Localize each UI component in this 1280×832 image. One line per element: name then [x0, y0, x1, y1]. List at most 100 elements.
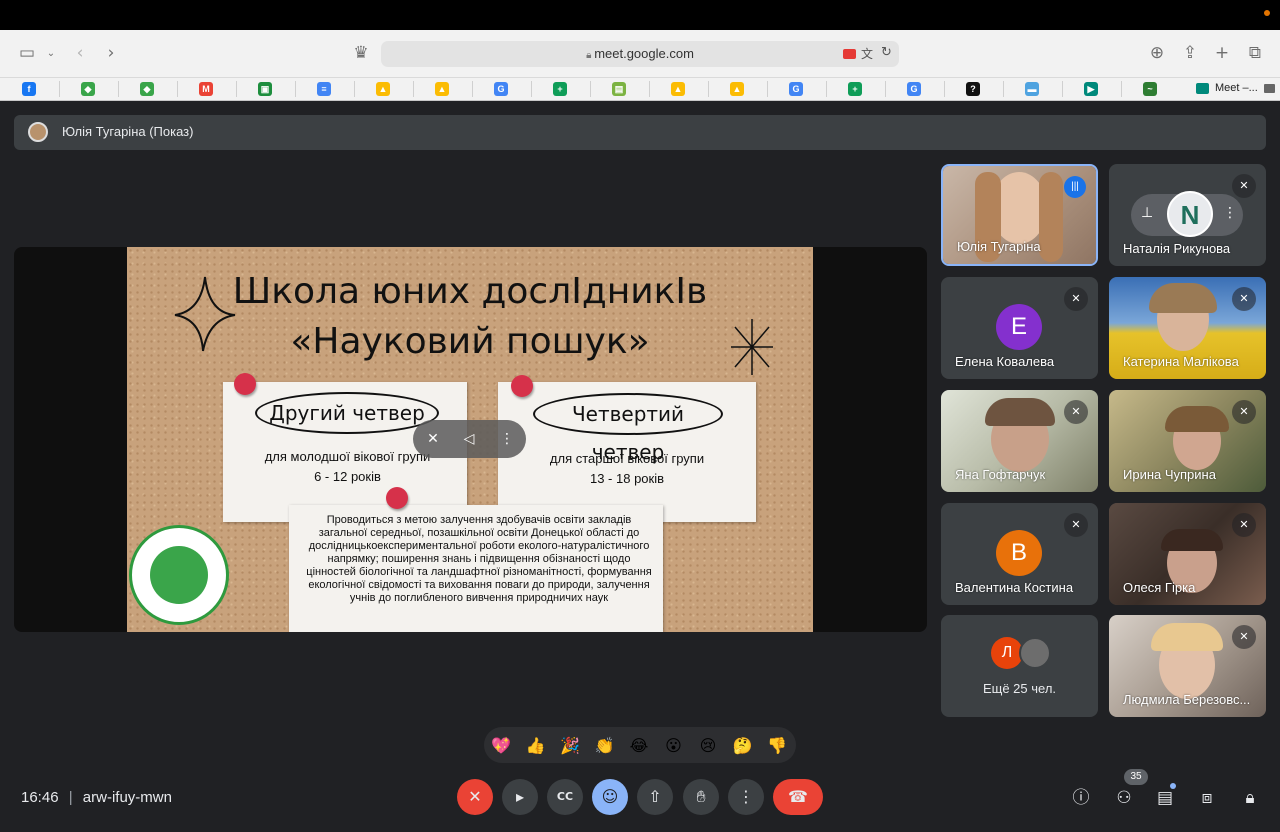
people-button[interactable]: ⚇ — [1112, 786, 1136, 810]
bookmark-separator — [1062, 81, 1063, 97]
participant-tile[interactable]: ✕ Людмила Березовс... — [1109, 615, 1266, 717]
bookmark-separator — [354, 81, 355, 97]
gmail-icon[interactable]: M — [199, 82, 213, 96]
meet-icon[interactable]: ▶ — [1084, 82, 1098, 96]
activities-icon: ⧈ — [1201, 788, 1213, 808]
new-tab-icon[interactable]: + — [1207, 38, 1237, 68]
mic-off-icon: ✕ — [1232, 625, 1256, 649]
speaking-indicator-icon: ||| — [1064, 176, 1086, 198]
host-controls-button[interactable]: 🔒︎ — [1238, 786, 1262, 810]
forward-arrow-icon[interactable]: › — [96, 38, 126, 68]
reactions-button[interactable]: ☺ — [592, 779, 628, 815]
reaction-emoji-button[interactable]: 👏 — [594, 735, 616, 757]
presenter-label: Юлія Тугаріна (Показ) — [62, 124, 194, 139]
back-arrow-icon[interactable]: ‹ — [65, 38, 95, 68]
pin-icon — [511, 375, 533, 397]
reaction-emoji-button[interactable]: 🎉 — [559, 735, 581, 757]
help-icon[interactable]: ? — [966, 82, 980, 96]
reaction-emoji-button[interactable]: 👎 — [766, 735, 788, 757]
more-participants-tile[interactable]: Л Ещё 25 чел. — [941, 615, 1098, 717]
bookmark-separator — [944, 81, 945, 97]
facebook-icon[interactable]: f — [22, 82, 36, 96]
forms-icon[interactable]: ▤ — [612, 82, 626, 96]
pin-icon[interactable]: ⊥ — [1141, 205, 1153, 221]
address-bar[interactable]: 🔒︎ meet.google.com 文 ↻ — [381, 41, 899, 67]
notification-dot — [1264, 10, 1270, 16]
drive-icon[interactable]: ▲ — [376, 82, 390, 96]
activities-button[interactable]: ⧈ — [1195, 786, 1219, 810]
sheets-icon[interactable]: + — [553, 82, 567, 96]
camera-toggle-button[interactable]: ▸ — [502, 779, 538, 815]
participant-tile[interactable]: ✕ Яна Гофтарчук — [941, 390, 1098, 492]
eco-center-logo — [129, 525, 229, 625]
participant-tile[interactable]: ✕ B Валентина Костина — [941, 503, 1098, 605]
lake-icon[interactable]: ~ — [1143, 82, 1157, 96]
sheets-icon[interactable]: + — [848, 82, 862, 96]
participant-tile[interactable]: ✕ Олеся Гірка — [1109, 503, 1266, 605]
drive-icon[interactable]: ▲ — [671, 82, 685, 96]
reaction-emoji-button[interactable]: 😢 — [697, 735, 719, 757]
mic-off-icon: ✕ — [1232, 400, 1256, 424]
meeting-info: 16:46 | arw-ifuy-mwn — [21, 789, 172, 806]
more-options-icon[interactable]: ⋮ — [497, 429, 517, 449]
avatar: B — [996, 530, 1042, 576]
mic-off-icon: ✕ — [468, 787, 482, 806]
shield-site-icon[interactable]: ◆ — [81, 82, 95, 96]
drive-icon[interactable]: ▲ — [435, 82, 449, 96]
meeting-details-button[interactable]: ⓘ — [1069, 786, 1093, 810]
participant-name: Катерина Малікова — [1123, 354, 1239, 369]
reaction-emoji-button[interactable]: 😂 — [628, 735, 650, 757]
google-icon[interactable]: G — [789, 82, 803, 96]
more-options-icon[interactable]: ⋮ — [1223, 205, 1237, 221]
participant-tile[interactable]: ✕ Ирина Чуприна — [1109, 390, 1266, 492]
share-icon[interactable]: ⇪ — [1175, 38, 1205, 68]
reaction-emoji-button[interactable]: 💖 — [490, 735, 512, 757]
bookmark-separator — [531, 81, 532, 97]
docs-icon[interactable]: ≡ — [317, 82, 331, 96]
bookmark-separator — [295, 81, 296, 97]
reaction-emoji-button[interactable]: 😮 — [663, 735, 685, 757]
leave-call-button[interactable]: ☎︎ — [773, 779, 823, 815]
presenter-avatar — [28, 122, 48, 142]
reload-icon[interactable]: ↻ — [881, 45, 892, 60]
note1-heading: Другий четвер — [255, 392, 439, 434]
mic-off-icon[interactable]: ✕ — [423, 429, 443, 449]
translate-icon[interactable]: 文 — [861, 45, 873, 62]
extension-crown-icon[interactable]: ♛ — [346, 38, 376, 68]
participant-name: Елена Ковалева — [955, 354, 1055, 369]
shield-site-icon[interactable]: ◆ — [140, 82, 154, 96]
reaction-emoji-button[interactable]: 🤔 — [732, 735, 754, 757]
participant-tile[interactable]: ✕ Катерина Малікова — [1109, 277, 1266, 379]
mic-off-icon: ✕ — [1064, 287, 1088, 311]
camera-recording-icon[interactable] — [843, 49, 856, 59]
avatar: N — [1167, 191, 1213, 237]
bookmark-separator — [59, 81, 60, 97]
classroom-icon[interactable]: ▣ — [258, 82, 272, 96]
captions-button[interactable]: CC — [547, 779, 583, 815]
google-icon[interactable]: G — [494, 82, 508, 96]
presentation-stage[interactable]: Школа юних дослІдникІв «Науковий пошук» … — [14, 247, 927, 632]
download-icon[interactable]: ⊕ — [1142, 38, 1172, 68]
google-icon[interactable]: G — [907, 82, 921, 96]
tab-overview-icon[interactable]: ⧉ — [1240, 38, 1270, 68]
tab-meet[interactable]: Meet –... — [1186, 78, 1280, 100]
pin-icon — [234, 373, 256, 395]
chevron-down-icon[interactable]: ⌄ — [36, 38, 66, 68]
volume-icon[interactable]: ◁ — [459, 429, 479, 449]
reaction-emoji-button[interactable]: 👍 — [525, 735, 547, 757]
present-button[interactable]: ⇧ — [637, 779, 673, 815]
chat-button[interactable]: ▤ — [1153, 786, 1177, 810]
participant-tile[interactable]: ✕ ⊥ N ⋮ Наталія Рикунова — [1109, 164, 1266, 266]
participant-name: Наталія Рикунова — [1123, 241, 1231, 256]
participant-name: Людмила Березовс... — [1123, 692, 1251, 707]
mic-toggle-button[interactable]: ✕ — [457, 779, 493, 815]
docs-blue-icon[interactable]: ▬ — [1025, 82, 1039, 96]
participant-tile[interactable]: ✕ E Елена Ковалева — [941, 277, 1098, 379]
more-options-icon: ⋮ — [738, 787, 754, 806]
camera-icon: ▸ — [515, 787, 525, 806]
raise-hand-button[interactable]: ✋︎ — [683, 779, 719, 815]
more-options-button[interactable]: ⋮ — [728, 779, 764, 815]
note2-heading: Четвертий четвер — [533, 393, 723, 464]
participant-tile[interactable]: ||| Юлія Тугаріна — [941, 164, 1098, 266]
drive-icon[interactable]: ▲ — [730, 82, 744, 96]
